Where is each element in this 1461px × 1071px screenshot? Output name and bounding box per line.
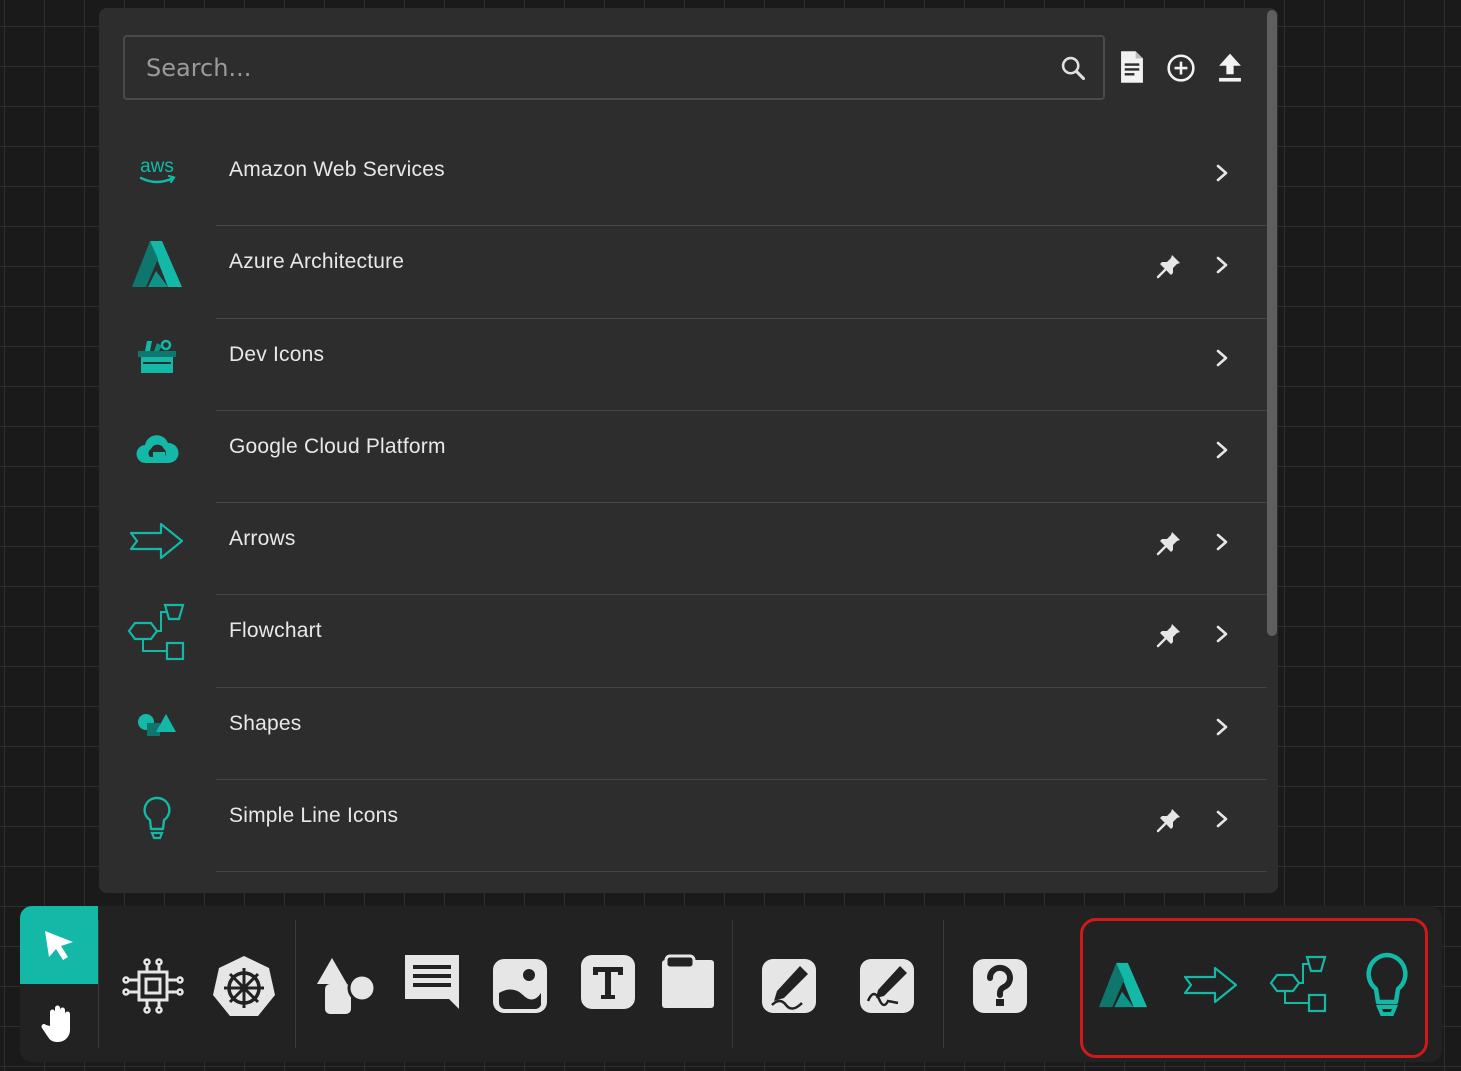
library-item-label: Shapes (229, 711, 302, 735)
lightbulb-icon (1366, 952, 1408, 1016)
shapes-tool-button[interactable] (310, 950, 382, 1022)
gcp-cloud-icon (127, 423, 187, 475)
row-divider (216, 871, 1267, 873)
document-icon[interactable] (1117, 50, 1147, 84)
kubernetes-tool-button[interactable] (208, 950, 280, 1022)
chevron-right-icon[interactable] (1211, 715, 1233, 739)
aws-logo-icon: aws (127, 146, 187, 198)
pencil-sign-icon (860, 959, 914, 1013)
chevron-right-icon[interactable] (1211, 807, 1233, 831)
pinned-lightbulb-button[interactable] (1352, 948, 1422, 1022)
library-item-flowchart[interactable]: Flowchart (99, 595, 1267, 688)
pinned-flowchart-button[interactable] (1264, 950, 1334, 1020)
kubernetes-wheel-icon (213, 956, 275, 1016)
pinned-azure-button[interactable] (1088, 950, 1158, 1020)
pin-icon[interactable] (1155, 529, 1183, 557)
chevron-right-icon[interactable] (1211, 161, 1233, 185)
chevron-right-icon[interactable] (1211, 438, 1233, 462)
select-tool-button[interactable] (20, 906, 98, 984)
azure-logo-icon (1098, 962, 1148, 1008)
pin-icon[interactable] (1155, 621, 1183, 649)
pinned-arrows-button[interactable] (1176, 950, 1246, 1020)
library-item-gcp[interactable]: Google Cloud Platform (99, 411, 1267, 504)
flowchart-icon (127, 603, 187, 663)
chevron-right-icon[interactable] (1211, 530, 1233, 554)
flowchart-icon (1269, 955, 1327, 1013)
shapes-tool-icon (317, 958, 377, 1014)
library-item-arrows[interactable]: Arrows (99, 503, 1267, 596)
pen-tool-button[interactable] (753, 950, 825, 1022)
help-button[interactable] (964, 950, 1036, 1022)
comment-icon (405, 955, 459, 1009)
arrow-icon (1183, 966, 1238, 1004)
library-item-label: Google Cloud Platform (229, 434, 446, 458)
library-item-label: Dev Icons (229, 342, 325, 366)
help-icon (973, 959, 1027, 1013)
upload-icon[interactable] (1215, 50, 1245, 84)
chevron-right-icon[interactable] (1211, 253, 1233, 277)
pin-icon[interactable] (1155, 252, 1183, 280)
svg-text:aws: aws (140, 156, 174, 177)
text-icon (581, 955, 635, 1009)
search-icon[interactable] (1059, 54, 1087, 82)
library-item-aws[interactable]: aws Amazon Web Services (99, 134, 1267, 227)
frame-icon (662, 954, 714, 1008)
comment-tool-button[interactable] (396, 946, 468, 1018)
hand-tool-button[interactable] (20, 984, 98, 1062)
toolbar-divider (98, 920, 99, 1048)
shapes-icon (127, 700, 187, 752)
azure-logo-icon (127, 238, 187, 290)
scrollbar-thumb[interactable] (1267, 10, 1277, 636)
toolbox-icon (127, 331, 187, 383)
bottom-toolbar (20, 906, 1442, 1062)
library-item-azure[interactable]: Azure Architecture (99, 226, 1267, 319)
frame-tool-button[interactable] (652, 946, 724, 1018)
circuit-tool-button[interactable] (118, 950, 190, 1022)
text-tool-button[interactable] (572, 946, 644, 1018)
library-item-shapes[interactable]: Shapes (99, 688, 1267, 781)
library-item-label: Arrows (229, 527, 296, 551)
library-item-simple-line-icons[interactable]: Simple Line Icons (99, 780, 1267, 873)
library-list: aws Amazon Web Services Azure Architectu… (99, 134, 1267, 873)
lightbulb-icon (127, 792, 187, 844)
add-circle-icon[interactable] (1166, 50, 1196, 84)
search-box (123, 35, 1105, 100)
hand-pan-icon (41, 1005, 70, 1042)
search-input[interactable] (125, 37, 1103, 98)
library-item-dev-icons[interactable]: Dev Icons (99, 319, 1267, 411)
pen-draw-icon (762, 959, 816, 1013)
image-tool-button[interactable] (484, 950, 556, 1022)
library-item-label: Simple Line Icons (229, 804, 399, 828)
pencil-tool-button[interactable] (851, 950, 923, 1022)
chevron-right-icon[interactable] (1211, 346, 1233, 370)
library-item-label: Amazon Web Services (229, 158, 445, 181)
image-icon (493, 959, 547, 1013)
library-panel: aws Amazon Web Services Azure Architectu… (99, 8, 1278, 893)
toolbar-divider (943, 920, 944, 1048)
chevron-right-icon[interactable] (1211, 622, 1233, 646)
pin-icon[interactable] (1155, 806, 1183, 834)
select-pointer-icon (45, 931, 73, 960)
circuit-chip-icon (122, 958, 184, 1014)
library-item-label: Flowchart (229, 619, 322, 643)
toolbar-divider (732, 920, 733, 1048)
toolbar-divider (295, 920, 296, 1048)
arrow-icon (127, 515, 187, 567)
library-item-label: Azure Architecture (229, 250, 405, 274)
